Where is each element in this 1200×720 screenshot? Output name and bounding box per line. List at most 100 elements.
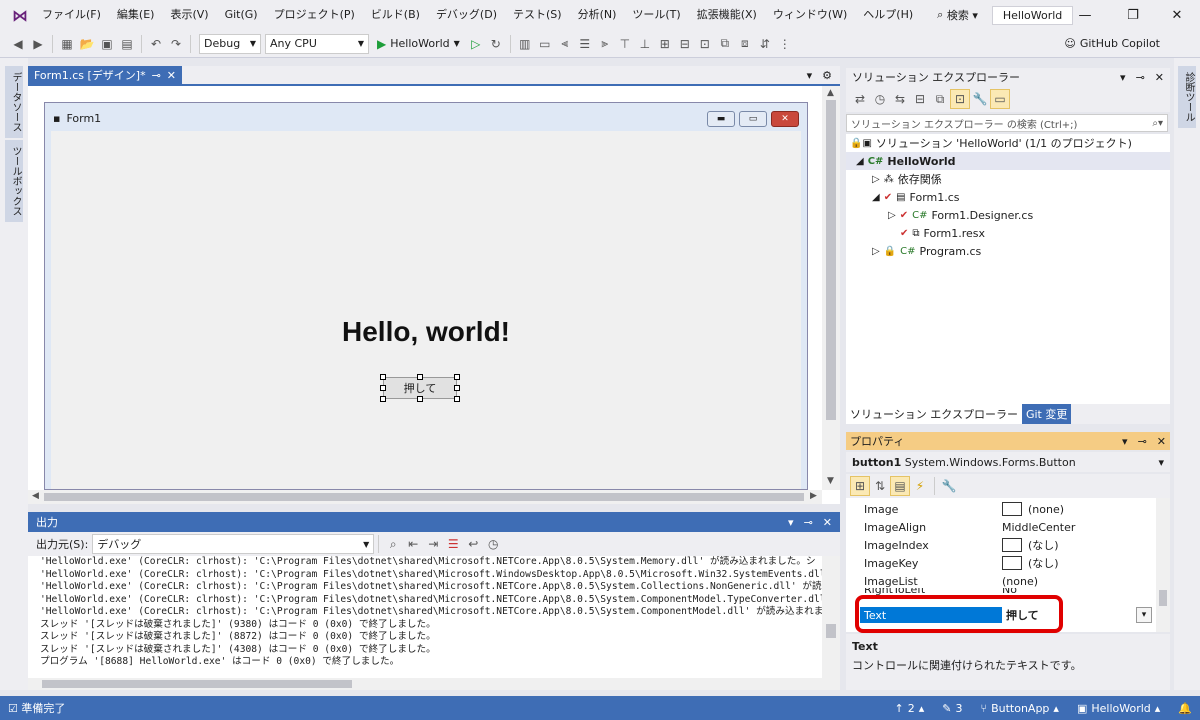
platform-dropdown[interactable]: Any CPU ▼: [265, 33, 369, 54]
scrollbar-thumb[interactable]: [826, 624, 836, 638]
output-horizontal-scrollbar[interactable]: [28, 678, 840, 690]
properties-view-icon[interactable]: ▤: [890, 476, 910, 496]
bring-front-icon[interactable]: ⧉: [715, 34, 735, 54]
output-vertical-scrollbar[interactable]: [822, 556, 840, 678]
output-text-area[interactable]: 'HelloWorld.exe' (CoreCLR: clrhost): 'C:…: [28, 556, 822, 678]
word-wrap-icon[interactable]: ↩: [463, 534, 483, 554]
status-errors[interactable]: ↑ 2 ▴: [895, 702, 925, 715]
resize-handle[interactable]: [380, 396, 386, 402]
minimize-button[interactable]: —: [1062, 0, 1108, 30]
menu-item[interactable]: デバッグ(D): [428, 0, 505, 30]
close-icon[interactable]: ✕: [1157, 435, 1166, 448]
history-icon[interactable]: ◷: [870, 89, 890, 109]
menu-item[interactable]: プロジェクト(P): [266, 0, 363, 30]
properties-wrench-icon[interactable]: 🔧: [970, 89, 990, 109]
form-client-area[interactable]: Hello, world! 押して: [51, 131, 801, 489]
resize-handle[interactable]: [417, 374, 423, 380]
chevron-up-icon[interactable]: ▲: [827, 88, 834, 98]
menu-item[interactable]: ビルド(B): [363, 0, 428, 30]
tab-form1-design[interactable]: Form1.cs [デザイン]* ⊸ ✕: [28, 66, 183, 84]
menu-item[interactable]: テスト(S): [505, 0, 570, 30]
resize-handle[interactable]: [454, 374, 460, 380]
menu-item[interactable]: Git(G): [217, 0, 266, 30]
scrollbar-thumb[interactable]: [1159, 590, 1167, 606]
chevron-down-icon[interactable]: ▾: [788, 516, 794, 529]
new-project-icon[interactable]: ▦: [57, 34, 77, 54]
pin-icon[interactable]: ⊸: [804, 516, 813, 529]
form1-window[interactable]: ▪ Form1 ▬ ▭ ✕ Hello, world! 押して: [44, 102, 808, 490]
save-icon[interactable]: ▣: [97, 34, 117, 54]
show-all-files-icon[interactable]: ⧉: [930, 89, 950, 109]
tree-item-project[interactable]: ◢ C# HelloWorld: [846, 152, 1170, 170]
chevron-down-icon[interactable]: ▾: [807, 69, 813, 82]
same-size-icon[interactable]: ⊞: [655, 34, 675, 54]
close-icon[interactable]: ✕: [823, 516, 832, 529]
clock-icon[interactable]: ◷: [483, 534, 503, 554]
form-minimize-button[interactable]: ▬: [707, 111, 735, 127]
next-message-icon[interactable]: ⇥: [423, 534, 443, 554]
send-back-icon[interactable]: ⧈: [735, 34, 755, 54]
events-lightning-icon[interactable]: ⚡: [910, 476, 930, 496]
undo-icon[interactable]: ↶: [146, 34, 166, 54]
configuration-dropdown[interactable]: Debug ▼: [199, 33, 261, 54]
property-row[interactable]: ImageAlign MiddleCenter: [860, 518, 1158, 536]
solution-search-input[interactable]: ソリューション エクスプローラー の検索 (Ctrl+;) ⌕▾: [846, 114, 1168, 132]
hot-reload-icon[interactable]: ↻: [486, 34, 506, 54]
data-sources-tab[interactable]: データソース: [5, 66, 23, 138]
tree-item-solution[interactable]: 🔒▣ ソリューション 'HelloWorld' (1/1 のプロジェクト): [850, 134, 1132, 152]
menu-item[interactable]: ヘルプ(H): [855, 0, 921, 30]
toolbox-tab[interactable]: ツールボックス: [5, 140, 23, 222]
save-all-icon[interactable]: ▤: [117, 34, 137, 54]
align-right-icon[interactable]: ⫸: [595, 34, 615, 54]
form-titlebar[interactable]: ▪ Form1: [45, 103, 807, 133]
pin-icon[interactable]: ⊸: [1136, 71, 1145, 84]
switch-views-icon[interactable]: ⇄: [850, 89, 870, 109]
form-close-button[interactable]: ✕: [771, 111, 799, 127]
menu-item[interactable]: ファイル(F): [34, 0, 109, 30]
designer-view-icon[interactable]: ▭: [990, 89, 1010, 109]
menu-item[interactable]: 表示(V): [162, 0, 216, 30]
tab-git-changes[interactable]: Git 変更: [1021, 404, 1072, 424]
tree-item-designer[interactable]: ▷ ✔ C# Form1.Designer.cs: [888, 206, 1033, 224]
hello-label[interactable]: Hello, world!: [51, 316, 801, 348]
diagnostic-tools-tab[interactable]: 診断ツール: [1178, 66, 1196, 128]
chevron-right-icon[interactable]: ▶: [810, 491, 817, 501]
property-grid-scrollbar[interactable]: [1156, 498, 1170, 632]
designer-vertical-scrollbar[interactable]: ▲ ▼: [822, 86, 840, 490]
property-row[interactable]: Image (none): [860, 500, 1158, 518]
chevron-down-icon[interactable]: ▾: [1122, 435, 1128, 448]
close-icon[interactable]: ✕: [1155, 71, 1164, 84]
close-button[interactable]: ✕: [1154, 0, 1200, 30]
chevron-down-icon[interactable]: ▾: [1136, 607, 1152, 623]
properties-object-selector[interactable]: button1 System.Windows.Forms.Button ▾: [846, 452, 1170, 472]
align-middle-icon[interactable]: ⊥: [635, 34, 655, 54]
gear-icon[interactable]: ⚙: [822, 69, 832, 82]
chevron-down-icon[interactable]: ▾: [1120, 71, 1126, 84]
resize-handle[interactable]: [380, 385, 386, 391]
clear-all-icon[interactable]: ☰: [443, 534, 463, 554]
property-row[interactable]: ImageIndex (なし): [860, 536, 1158, 554]
tree-item-dependencies[interactable]: ▷ ⁂ 依存関係: [872, 170, 942, 188]
tree-item-resx[interactable]: ✔ ⧉ Form1.resx: [900, 224, 985, 242]
resize-handle[interactable]: [417, 396, 423, 402]
property-pages-wrench-icon[interactable]: 🔧: [939, 476, 959, 496]
pin-icon[interactable]: ⊸: [152, 69, 161, 82]
resize-handle[interactable]: [454, 385, 460, 391]
align-left-icon[interactable]: ⫷: [555, 34, 575, 54]
open-folder-icon[interactable]: 📂: [77, 34, 97, 54]
tree-item-form1[interactable]: ◢ ✔ ▤ Form1.cs: [872, 188, 960, 206]
status-edits[interactable]: ✎ 3: [942, 702, 962, 715]
tab-solution-explorer[interactable]: ソリューション エクスプローラー: [846, 404, 1022, 424]
spacing-icon[interactable]: ⊟: [675, 34, 695, 54]
close-icon[interactable]: ✕: [167, 69, 176, 82]
start-debug-button[interactable]: ▶ HelloWorld ▼: [377, 37, 460, 51]
menu-item[interactable]: 拡張機能(X): [689, 0, 765, 30]
resize-handle[interactable]: [454, 396, 460, 402]
back-icon[interactable]: ◀: [8, 34, 28, 54]
sync-icon[interactable]: ⇆: [890, 89, 910, 109]
output-source-dropdown[interactable]: デバッグ ▼: [92, 534, 375, 554]
categorized-icon[interactable]: ⊞: [850, 476, 870, 496]
customize-toolbar-icon[interactable]: ⋮: [775, 34, 795, 54]
menu-item[interactable]: ウィンドウ(W): [765, 0, 855, 30]
find-message-icon[interactable]: ⌕: [383, 534, 403, 554]
